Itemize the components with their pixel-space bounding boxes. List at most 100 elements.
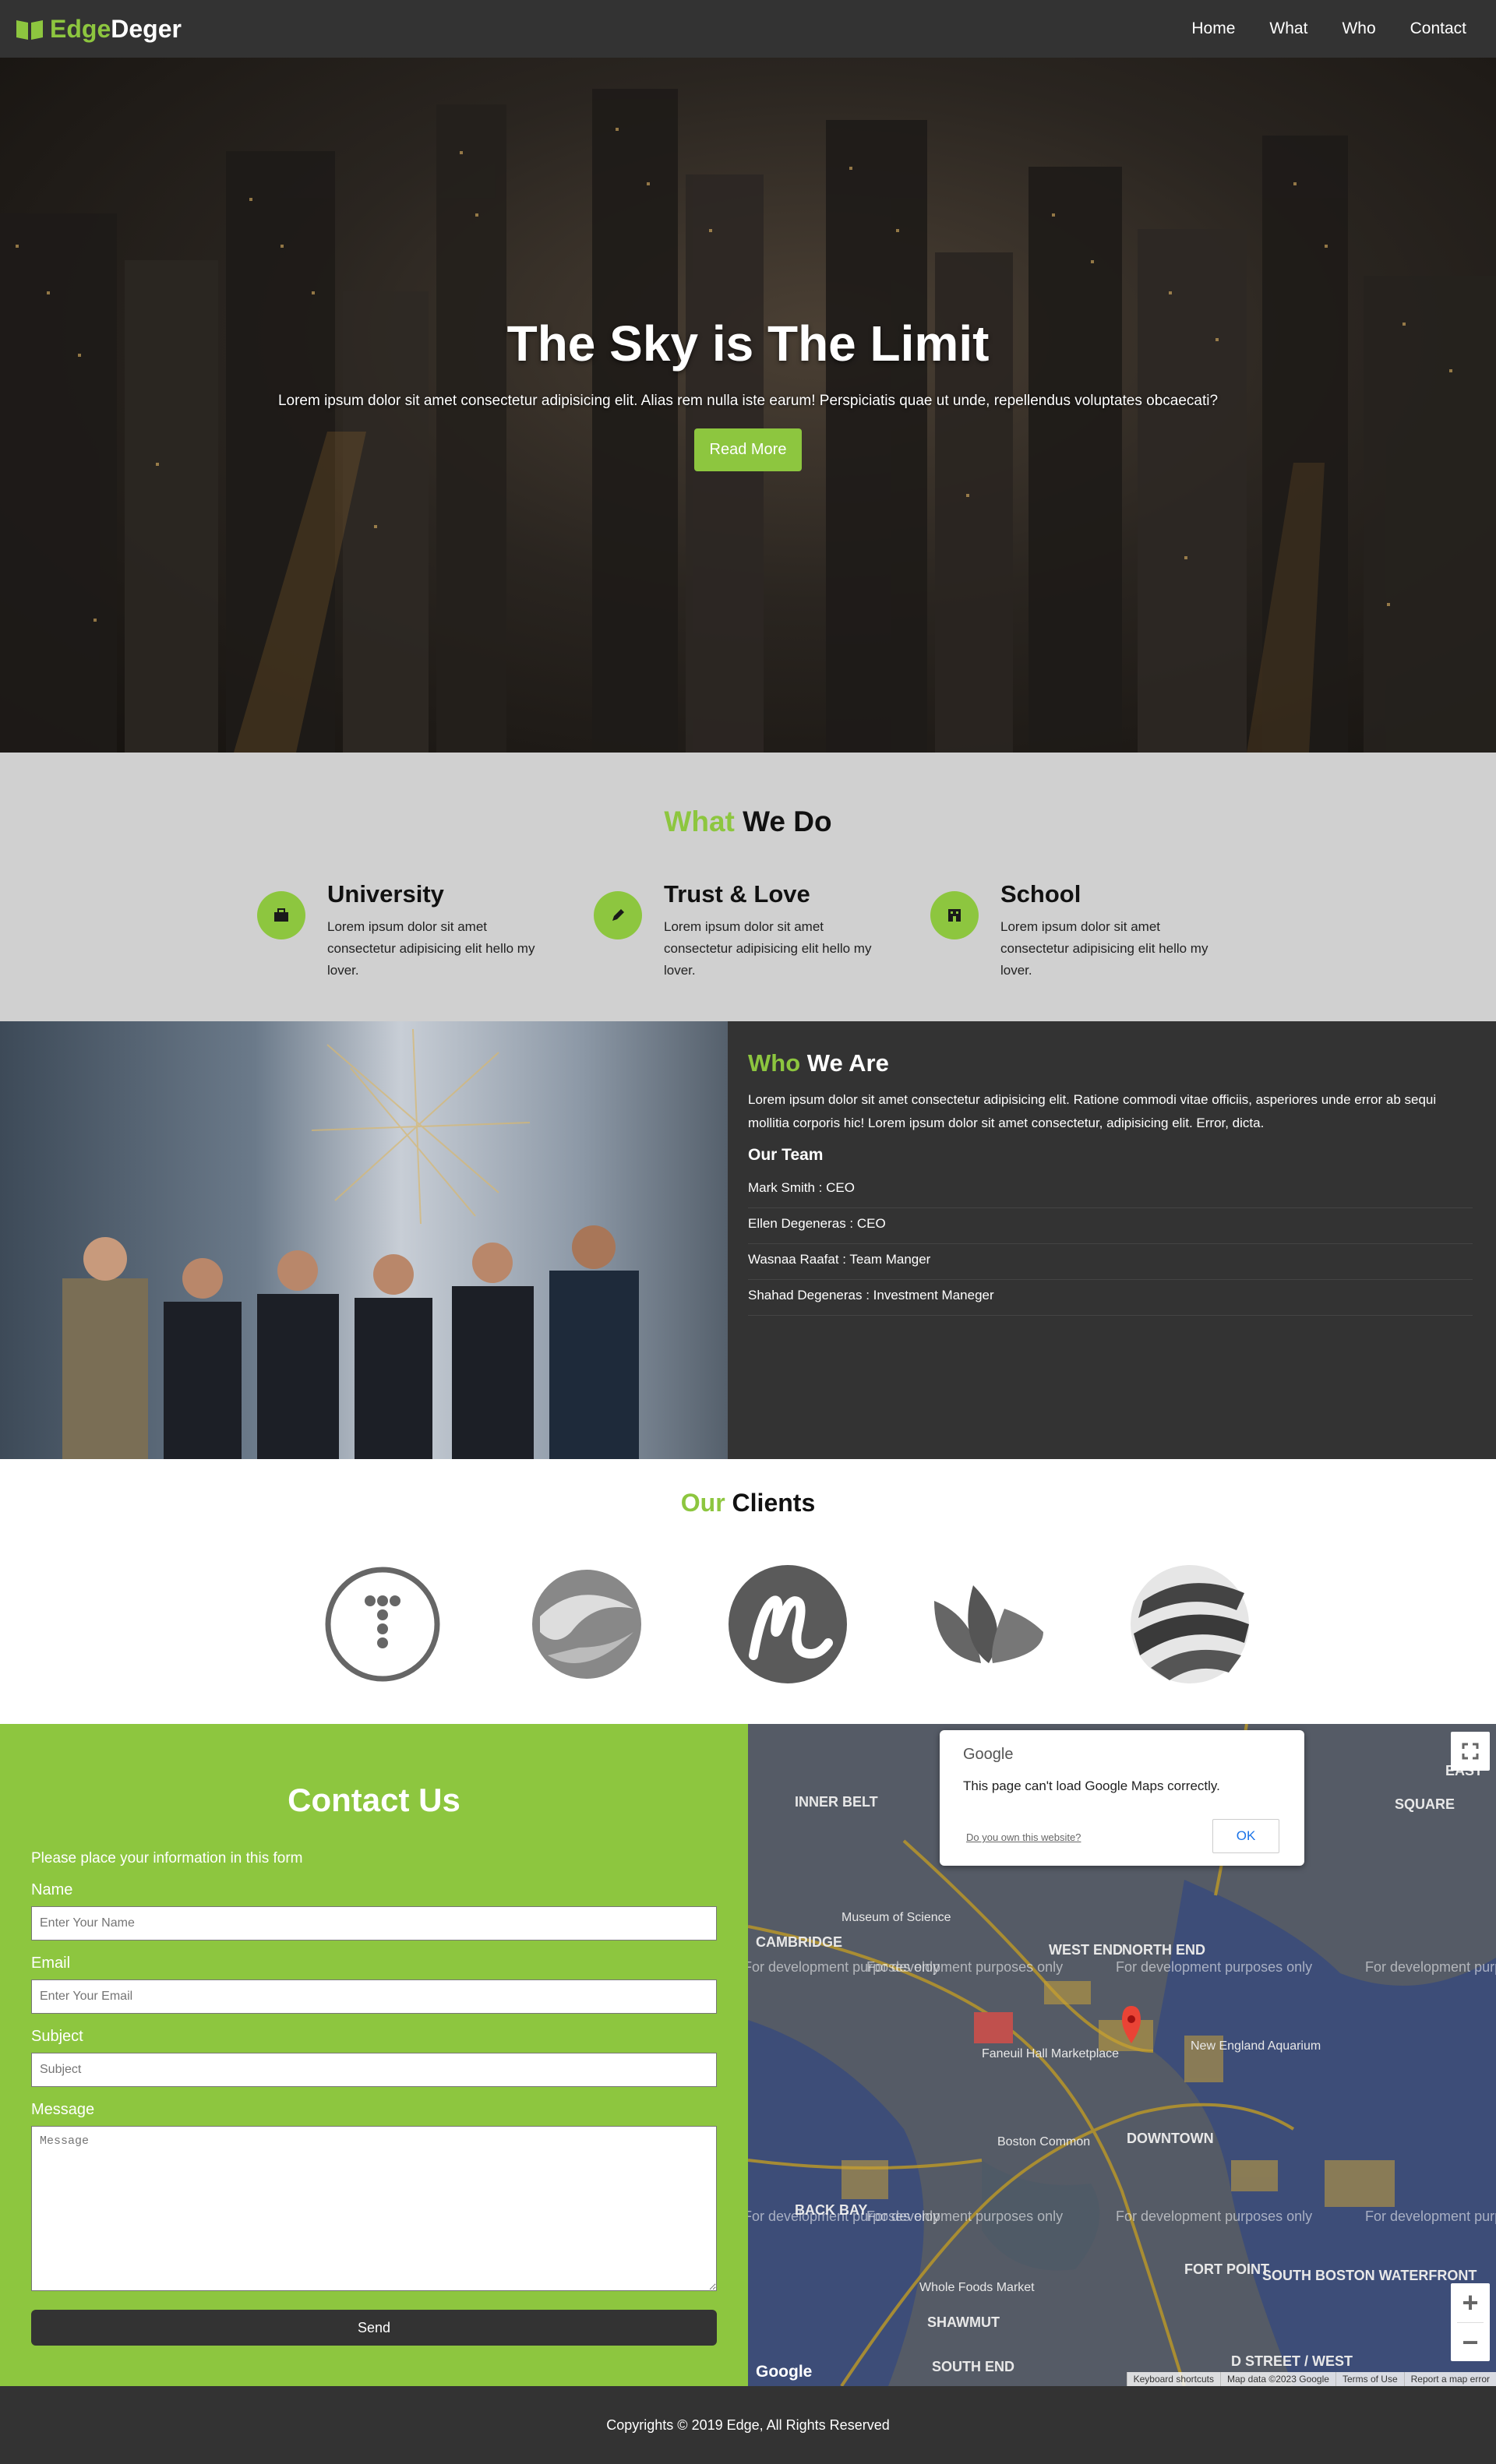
map-label-whole-foods: Whole Foods Market <box>919 2281 1035 2294</box>
read-more-button[interactable]: Read More <box>693 428 803 471</box>
clients-section-title: Our Clients <box>0 1489 1496 1518</box>
service-item: Trust & Love Lorem ipsum dolor sit amet … <box>594 880 930 982</box>
service-text: Lorem ipsum dolor sit amet consectetur a… <box>327 919 535 978</box>
keyboard-shortcuts-link[interactable]: Keyboard shortcuts <box>1126 2372 1220 2386</box>
own-website-link[interactable]: Do you own this website? <box>966 1831 1081 1843</box>
map-label-downtown: DOWNTOWN <box>1127 2131 1214 2146</box>
contact-title: Contact Us <box>288 1782 460 1818</box>
client-logo-t <box>285 1562 486 1687</box>
map-error-dialog: Google This page can't load Google Maps … <box>940 1730 1304 1866</box>
map-label-aquarium: New England Aquarium <box>1191 2039 1321 2053</box>
dev-watermark: For development purposes only <box>1365 1959 1496 1975</box>
service-title: University <box>327 880 444 908</box>
what-we-do-section: What We Do University Lorem ipsum dolor … <box>0 753 1496 1021</box>
team-photo <box>0 1021 728 1459</box>
who-section-title: Who We Are <box>748 1049 1465 1077</box>
client-logo-m <box>687 1562 888 1687</box>
client-logos <box>285 1562 1290 1687</box>
team-member: Ellen Degeneras : CEO <box>748 1208 1473 1244</box>
map-label-south-end: SOUTH END <box>932 2359 1015 2374</box>
who-title-accent: Who <box>748 1049 801 1077</box>
services-list: University Lorem ipsum dolor sit amet co… <box>257 880 1267 982</box>
brand-name-accent: Edge <box>50 14 111 43</box>
team-member: Mark Smith : CEO <box>748 1172 1473 1208</box>
nav-link-home[interactable]: Home <box>1191 19 1235 38</box>
nav-link-contact[interactable]: Contact <box>1410 19 1466 38</box>
google-dialog-logo: Google <box>963 1746 1014 1763</box>
service-item: University Lorem ipsum dolor sit amet co… <box>257 880 594 982</box>
team-member: Shahad Degeneras : Investment Maneger <box>748 1280 1473 1316</box>
dev-watermark: For development purposes only <box>866 1959 1064 1975</box>
briefcase-icon <box>257 891 305 939</box>
brand-name-rest: Deger <box>111 14 182 43</box>
name-input[interactable] <box>31 1906 717 1941</box>
who-we-are-section: Who We Are Lorem ipsum dolor sit amet co… <box>0 1021 1496 1459</box>
dev-watermark: For development purposes only <box>1116 2208 1313 2224</box>
what-section-title: What We Do <box>0 805 1496 838</box>
client-logo-leaves <box>888 1562 1089 1687</box>
navbar: Edge Deger Home What Who Contact <box>0 0 1496 58</box>
fullscreen-button[interactable] <box>1451 1732 1490 1771</box>
dev-watermark: For development purposes only <box>866 2208 1064 2224</box>
map-data-text: Map data ©2023 Google <box>1220 2372 1335 2386</box>
map-label-shawmut: SHAWMUT <box>927 2314 1000 2330</box>
what-title-rest: We Do <box>743 805 832 837</box>
nav-link-who[interactable]: Who <box>1342 19 1375 38</box>
email-input[interactable] <box>31 1979 717 2014</box>
open-book-icon <box>16 20 43 40</box>
hero-text: Lorem ipsum dolor sit amet consectetur a… <box>277 393 1219 409</box>
service-item: School Lorem ipsum dolor sit amet consec… <box>930 880 1267 982</box>
service-title: School <box>1000 880 1081 908</box>
zoom-controls: + − <box>1451 2283 1490 2361</box>
dev-watermark: For development purposes only <box>1116 1959 1313 1975</box>
nav-menu: Home What Who Contact <box>1157 19 1466 38</box>
hero-section: The Sky is The Limit Lorem ipsum dolor s… <box>0 58 1496 753</box>
message-label: Message <box>31 2101 95 2118</box>
map-label-south-boston: SOUTH BOSTON WATERFRONT <box>1262 2268 1477 2283</box>
map-label-fort-point: FORT POINT <box>1184 2261 1269 2277</box>
footer: Copyrights © 2019 Edge, All Rights Reser… <box>0 2386 1496 2464</box>
clients-title-accent: Our <box>680 1489 725 1517</box>
dialog-ok-button[interactable]: OK <box>1212 1819 1279 1853</box>
name-label: Name <box>31 1881 73 1898</box>
team-list: Mark Smith : CEO Ellen Degeneras : CEO W… <box>748 1172 1473 1316</box>
fullscreen-icon <box>1462 1743 1479 1760</box>
copyright-text: Copyrights © 2019 Edge, All Rights Reser… <box>606 2417 890 2433</box>
report-error-link[interactable]: Report a map error <box>1403 2372 1496 2386</box>
service-text: Lorem ipsum dolor sit amet consectetur a… <box>664 919 872 978</box>
map-label-museum: Museum of Science <box>842 1911 951 1924</box>
subject-input[interactable] <box>31 2053 717 2087</box>
terms-link[interactable]: Terms of Use <box>1335 2372 1404 2386</box>
contact-intro: Please place your information in this fo… <box>31 1850 303 1867</box>
hero-title: The Sky is The Limit <box>506 315 990 372</box>
dev-watermark: For development purposes only <box>1365 2208 1496 2224</box>
pencil-icon <box>594 891 642 939</box>
client-logo-wave <box>486 1562 687 1687</box>
map-attribution: Keyboard shortcuts Map data ©2023 Google… <box>1126 2372 1496 2386</box>
hero-content: The Sky is The Limit Lorem ipsum dolor s… <box>0 315 1496 471</box>
map-label-cambridge: CAMBRIDGE <box>756 1934 842 1950</box>
subject-label: Subject <box>31 2028 83 2045</box>
clients-title-rest: Clients <box>732 1489 816 1517</box>
map-label-square: SQUARE <box>1395 1796 1455 1812</box>
map-label-north-end: NORTH END <box>1122 1942 1205 1958</box>
zoom-in-button[interactable]: + <box>1451 2283 1490 2322</box>
contact-section: Contact Us Please place your information… <box>0 1724 748 2386</box>
map-label-d-street: D STREET / WEST <box>1231 2353 1353 2369</box>
client-logo-sphere <box>1089 1562 1290 1687</box>
map-label-west-end: WEST END <box>1049 1942 1124 1958</box>
who-content: Who We Are Lorem ipsum dolor sit amet co… <box>748 1049 1473 1316</box>
nav-link-what[interactable]: What <box>1269 19 1307 38</box>
google-map[interactable]: INNER BELT EAST SQUARE Museum of Science… <box>748 1724 1496 2386</box>
message-textarea[interactable] <box>31 2126 717 2291</box>
send-button[interactable]: Send <box>31 2310 717 2346</box>
who-description: Lorem ipsum dolor sit amet consectetur a… <box>748 1092 1437 1130</box>
map-label-boston-common: Boston Common <box>997 2135 1091 2149</box>
service-text: Lorem ipsum dolor sit amet consectetur a… <box>1000 919 1208 978</box>
team-title: Our Team <box>748 1146 824 1164</box>
zoom-out-button[interactable]: − <box>1451 2323 1490 2362</box>
email-label: Email <box>31 1955 71 1972</box>
map-error-message: This page can't load Google Maps correct… <box>963 1778 1220 1793</box>
brand-logo[interactable]: Edge Deger <box>16 15 182 44</box>
who-title-rest: We Are <box>806 1049 889 1077</box>
